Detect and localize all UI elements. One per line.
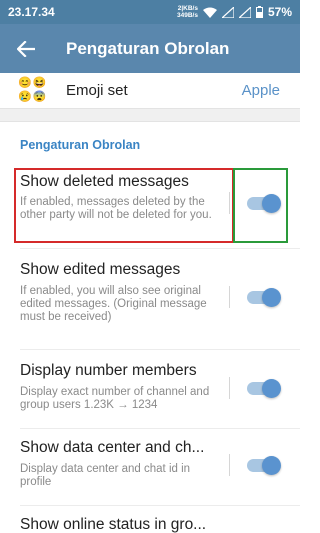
signal-icon-2 — [238, 6, 251, 18]
status-indicators: 2|KB/s 349B/s 57% — [177, 5, 292, 19]
emoji-face-icon: 😊 — [18, 76, 32, 89]
section-header: Pengaturan Obrolan — [20, 138, 141, 152]
toolbar: Pengaturan Obrolan — [0, 24, 300, 73]
setting-row-display-number-members[interactable]: Display number members Display exact num… — [0, 350, 300, 428]
toggle-knob — [262, 456, 281, 475]
arrow-back-icon — [17, 40, 35, 57]
battery-percent: 57% — [267, 5, 292, 19]
net-speed-down: 349B/s — [177, 12, 198, 19]
net-speed: 2|KB/s 349B/s — [177, 5, 198, 19]
emoji-set-value: Apple — [241, 82, 280, 99]
emoji-face-icon: 😨 — [32, 91, 47, 103]
highlight-box-red — [14, 168, 234, 243]
emoji-face-icon: 😢 — [18, 91, 32, 103]
setting-row-show-data-center[interactable]: Show data center and ch... Display data … — [0, 429, 300, 505]
emoji-set-row[interactable]: 😊 😆 😢 😨 Emoji set Apple — [0, 73, 300, 108]
vertical-divider — [229, 286, 230, 308]
page-title: Pengaturan Obrolan — [66, 38, 230, 58]
vertical-divider — [229, 377, 230, 399]
wifi-icon — [202, 7, 217, 18]
toggle-show-data-center[interactable] — [247, 456, 281, 475]
status-bar: 23.17.34 2|KB/s 349B/s 57% — [0, 0, 300, 24]
setting-description: Display exact number of channel and grou… — [20, 386, 210, 411]
setting-title: Show edited messages — [20, 261, 181, 278]
net-speed-up: 2|KB/s — [177, 5, 198, 12]
emoji-preview: 😊 😆 😢 😨 — [18, 77, 46, 105]
highlight-box-green — [233, 168, 288, 243]
setting-title: Display number members — [20, 362, 197, 379]
toggle-knob — [262, 379, 281, 398]
section-divider — [0, 108, 300, 122]
vertical-divider — [229, 454, 230, 476]
signal-icon — [221, 6, 234, 18]
setting-description: If enabled, you will also see original e… — [20, 285, 207, 323]
emoji-face-icon: 😆 — [32, 76, 47, 89]
status-time: 23.17.34 — [8, 5, 55, 19]
setting-row-show-online-status[interactable]: Show online status in gro... — [0, 506, 300, 533]
setting-description: Display data center and chat id in profi… — [20, 463, 191, 488]
setting-title: Show online status in gro... — [20, 516, 207, 533]
toggle-knob — [262, 288, 281, 307]
toggle-display-number-members[interactable] — [247, 379, 281, 398]
back-button[interactable] — [0, 24, 52, 73]
setting-row-show-edited-messages[interactable]: Show edited messages If enabled, you wil… — [0, 249, 300, 349]
toggle-show-edited-messages[interactable] — [247, 288, 281, 307]
battery-icon — [255, 6, 263, 18]
emoji-set-label: Emoji set — [66, 82, 128, 99]
setting-title: Show data center and ch... — [20, 439, 205, 456]
